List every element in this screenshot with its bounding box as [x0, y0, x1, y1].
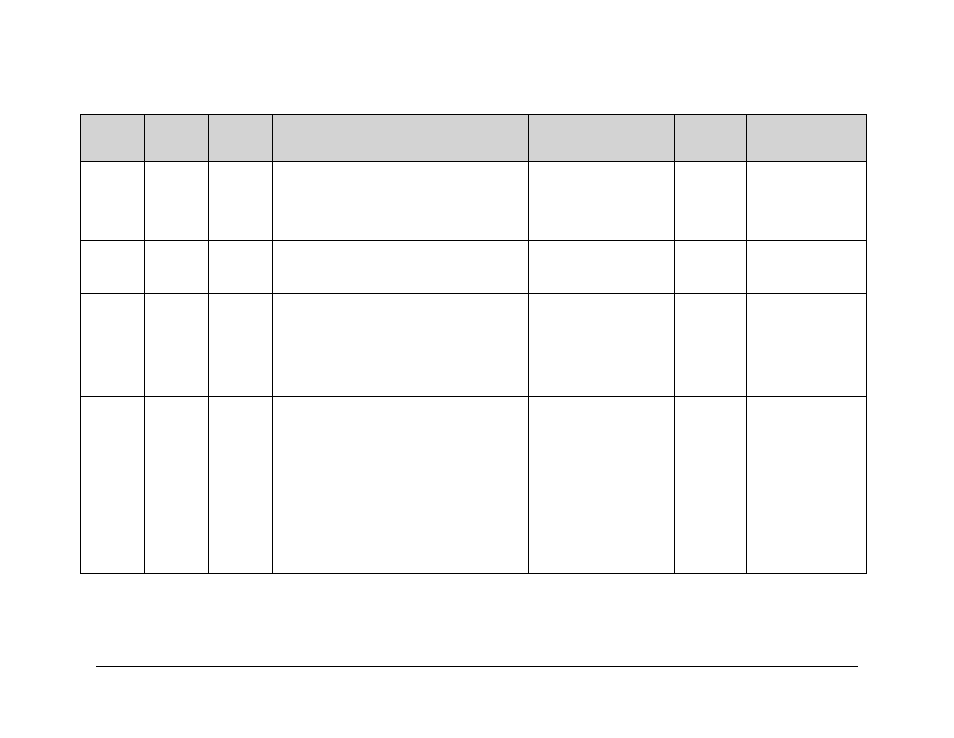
- cell: [145, 162, 209, 241]
- cell: [675, 397, 747, 574]
- cell: [273, 294, 529, 397]
- col-header-3: [273, 115, 529, 162]
- col-header-5: [675, 115, 747, 162]
- cell: [81, 294, 145, 397]
- table-header: [81, 115, 867, 162]
- cell: [747, 162, 867, 241]
- cell: [145, 241, 209, 294]
- cell: [81, 397, 145, 574]
- page: [0, 0, 954, 738]
- cell: [273, 397, 529, 574]
- cell: [145, 294, 209, 397]
- cell: [529, 397, 675, 574]
- cell: [81, 241, 145, 294]
- cell: [145, 397, 209, 574]
- col-header-0: [81, 115, 145, 162]
- cell: [209, 397, 273, 574]
- cell: [675, 162, 747, 241]
- cell: [273, 162, 529, 241]
- cell: [747, 397, 867, 574]
- col-header-1: [145, 115, 209, 162]
- data-table: [80, 114, 867, 574]
- cell: [529, 294, 675, 397]
- table-row: [81, 241, 867, 294]
- cell: [209, 241, 273, 294]
- cell: [747, 241, 867, 294]
- cell: [747, 294, 867, 397]
- cell: [81, 162, 145, 241]
- cell: [209, 294, 273, 397]
- table-row: [81, 397, 867, 574]
- col-header-4: [529, 115, 675, 162]
- col-header-6: [747, 115, 867, 162]
- cell: [209, 162, 273, 241]
- cell: [675, 294, 747, 397]
- cell: [529, 241, 675, 294]
- cell: [675, 241, 747, 294]
- table-row: [81, 162, 867, 241]
- table-row: [81, 294, 867, 397]
- col-header-2: [209, 115, 273, 162]
- cell: [273, 241, 529, 294]
- footer-rule: [96, 666, 858, 667]
- cell: [529, 162, 675, 241]
